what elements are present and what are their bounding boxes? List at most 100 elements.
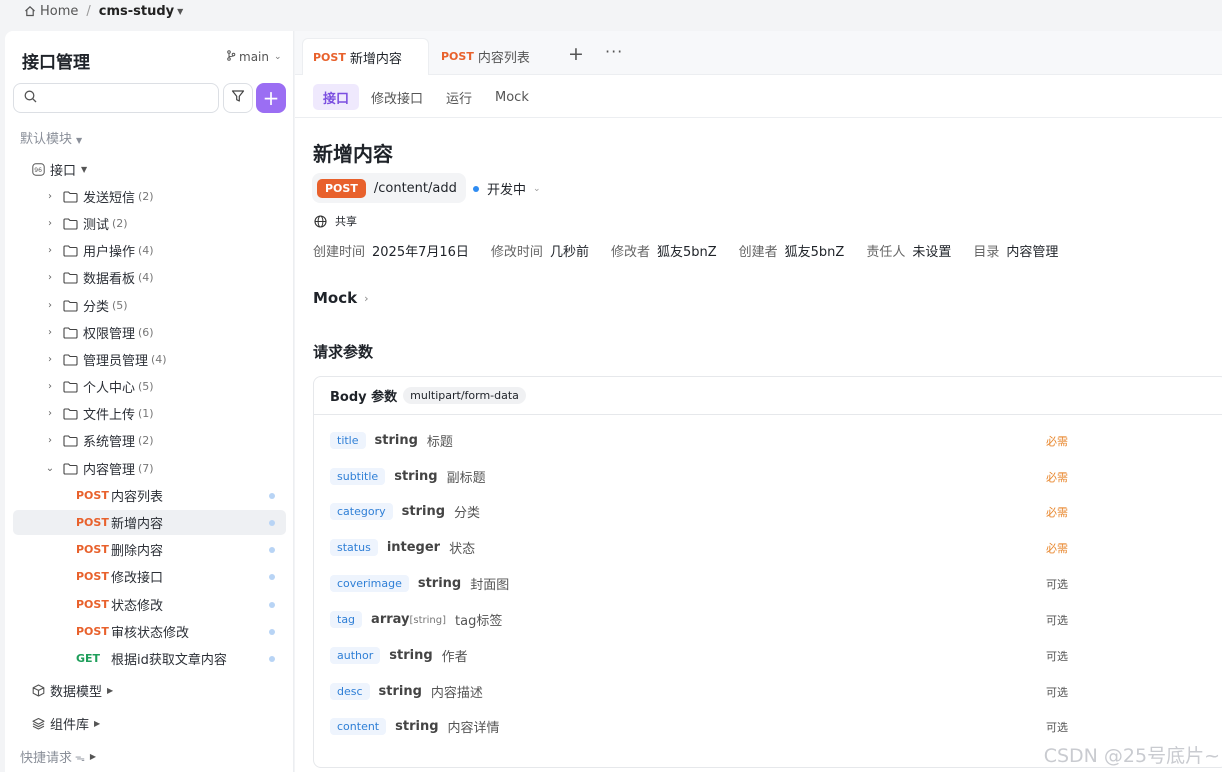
- chevron-right-icon: ›: [48, 381, 52, 392]
- chevron-right-icon: ›: [48, 354, 52, 365]
- tab-label: 新增内容: [349, 51, 402, 67]
- param-type-sub: [string]: [409, 614, 447, 626]
- status-selector[interactable]: 开发中 ⌄: [473, 179, 541, 198]
- folder-item[interactable]: › 数据看板 (4): [43, 268, 154, 287]
- param-type: string: [389, 648, 432, 663]
- endpoint-item[interactable]: POST 修改接口: [13, 564, 286, 589]
- folder-count: (2): [112, 217, 128, 230]
- param-type-main: string: [394, 468, 438, 484]
- endpoint-item[interactable]: GET 根据id获取文章内容: [13, 646, 286, 671]
- mock-section-toggle[interactable]: Mock ›: [313, 289, 369, 307]
- param-desc: 状态: [449, 541, 476, 557]
- tab-active[interactable]: POST 新增内容: [302, 38, 429, 75]
- folder-count: (1): [138, 407, 154, 420]
- filter-button[interactable]: [223, 83, 253, 113]
- param-desc: tag标签: [455, 613, 503, 629]
- mock-label: Mock: [313, 289, 358, 307]
- folder-count: (7): [138, 462, 154, 475]
- subtab-edit[interactable]: 修改接口: [361, 84, 433, 110]
- status-dot: [269, 492, 275, 499]
- branch-icon: [226, 50, 236, 64]
- folder-icon: [63, 462, 78, 475]
- filter-icon: [231, 89, 245, 107]
- folder-item[interactable]: › 发送短信 (2): [43, 187, 154, 206]
- endpoint-item-active[interactable]: POST 新增内容: [13, 510, 286, 535]
- folder-item[interactable]: › 文件上传 (1): [43, 404, 154, 423]
- param-required: 必需: [1046, 506, 1068, 519]
- folder-icon: [63, 299, 78, 312]
- branch-selector[interactable]: main ⌄: [226, 50, 282, 64]
- param-type-main: string: [378, 683, 422, 699]
- meta-key: 责任人: [866, 245, 906, 260]
- endpoint-path-box[interactable]: POST /content/add: [312, 173, 466, 203]
- folder-count: (2): [138, 434, 154, 447]
- endpoint-label: 根据id获取文章内容: [111, 653, 227, 668]
- caret-right-icon: ▶: [94, 719, 101, 728]
- share-toggle[interactable]: 共享: [314, 213, 357, 229]
- param-row: category string 分类: [330, 501, 480, 521]
- method-badge: POST: [76, 598, 109, 611]
- param-required: 必需: [1046, 471, 1068, 484]
- param-type-main: array: [371, 611, 410, 627]
- param-name: tag: [330, 610, 363, 628]
- param-required: 必需: [1046, 542, 1068, 555]
- subtab-run[interactable]: 运行: [436, 84, 482, 110]
- more-icon[interactable]: ···: [605, 42, 623, 61]
- endpoint-label: 内容列表: [111, 490, 164, 505]
- caret-down-icon[interactable]: ▼: [177, 7, 183, 16]
- param-type-main: string: [395, 718, 439, 734]
- subtab-mock[interactable]: Mock: [485, 84, 539, 110]
- add-button[interactable]: +: [256, 83, 286, 113]
- sidebar: 接口管理 main ⌄ + 默认模块 ▼ 96 接口 ▼ › 发送短信 (2) › 测试…: [5, 31, 294, 772]
- endpoint-item[interactable]: POST 内容列表: [13, 483, 286, 508]
- tab[interactable]: POST 内容列表: [431, 38, 555, 75]
- quick-request-label: 快捷请求: [20, 751, 73, 766]
- chevron-right-icon: ›: [364, 291, 369, 305]
- folder-label: 数据看板: [83, 272, 136, 287]
- sidebar-item-data-model[interactable]: 数据模型 ▶: [32, 681, 113, 700]
- param-required: 可选: [1046, 650, 1068, 663]
- folder-item-expanded[interactable]: ⌄ 内容管理 (7): [43, 459, 154, 478]
- param-type: array[string]: [371, 612, 446, 627]
- folder-icon: [63, 407, 78, 420]
- meta-value[interactable]: 内容管理: [1006, 241, 1058, 260]
- endpoint-item[interactable]: POST 状态修改: [13, 592, 286, 617]
- module-selector[interactable]: 默认模块 ▼: [20, 128, 82, 147]
- param-required: 可选: [1046, 686, 1068, 699]
- status-dot: [269, 573, 275, 580]
- folder-label: 用户操作: [83, 245, 136, 260]
- folder-count: (2): [138, 190, 154, 203]
- meta-key: 创建者: [738, 245, 778, 260]
- search-input[interactable]: [43, 91, 203, 105]
- param-desc: 分类: [454, 505, 481, 521]
- folder-icon: [63, 353, 78, 366]
- home-icon[interactable]: [24, 5, 36, 17]
- folder-item[interactable]: › 用户操作 (4): [43, 241, 154, 260]
- search-box[interactable]: [13, 83, 219, 113]
- breadcrumb-project[interactable]: cms-study: [99, 4, 174, 19]
- endpoint-item[interactable]: POST 审核状态修改: [13, 619, 286, 644]
- folder-item[interactable]: › 管理员管理 (4): [43, 350, 167, 369]
- sidebar-item-quick-request[interactable]: 快捷请求 ᯓ ▶: [20, 747, 96, 766]
- folder-item[interactable]: › 测试 (2): [43, 214, 128, 233]
- folder-item[interactable]: › 个人中心 (5): [43, 377, 154, 396]
- folder-item[interactable]: › 权限管理 (6): [43, 323, 154, 342]
- sidebar-item-components[interactable]: 组件库 ▶: [32, 714, 100, 733]
- body-params-panel: Body 参数 multipart/form-data title string 标…: [313, 376, 1222, 768]
- subtab-api[interactable]: 接口: [313, 84, 360, 110]
- breadcrumb-home[interactable]: Home: [40, 4, 78, 19]
- meta-value[interactable]: 未设置: [912, 241, 951, 260]
- sidebar-title: 接口管理: [22, 53, 90, 73]
- chevron-right-icon: ›: [48, 408, 52, 419]
- tree-root-endpoints[interactable]: 96 接口 ▼: [32, 160, 87, 179]
- endpoint-item[interactable]: POST 删除内容: [13, 537, 286, 562]
- tab-method: POST: [313, 50, 346, 64]
- param-row: desc string 内容描述: [330, 681, 483, 701]
- new-tab-button[interactable]: +: [568, 43, 584, 65]
- chevron-right-icon: ›: [48, 245, 52, 256]
- folder-item[interactable]: › 分类 (5): [43, 296, 128, 315]
- folder-item[interactable]: › 系统管理 (2): [43, 431, 154, 450]
- endpoint-label: 修改接口: [111, 571, 164, 586]
- module-label: 默认模块: [20, 132, 73, 147]
- param-type-main: string: [389, 647, 433, 663]
